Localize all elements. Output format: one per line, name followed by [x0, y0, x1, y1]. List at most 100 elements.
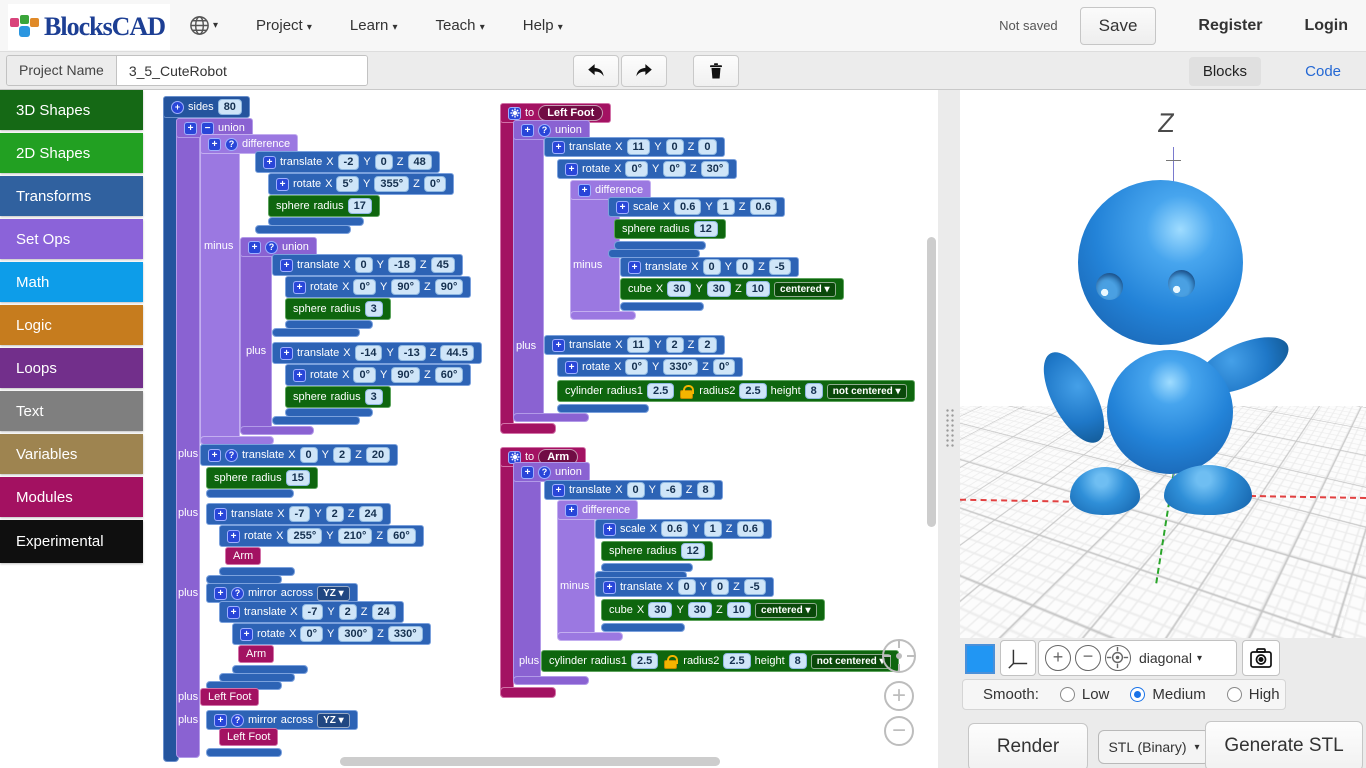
rotate-block[interactable]: + rotate X5° Y355° Z0° [268, 173, 454, 195]
difference-block[interactable]: + difference [557, 500, 638, 520]
translate-block[interactable]: + translate X-7 Y2 Z24 [219, 601, 404, 623]
render-button[interactable]: Render [968, 723, 1088, 768]
value-field[interactable]: 2 [698, 337, 716, 353]
value-field[interactable]: 8 [789, 653, 807, 669]
help-icon[interactable]: ? [231, 587, 244, 600]
register-link[interactable]: Register [1198, 17, 1262, 35]
value-field[interactable]: 10 [746, 281, 770, 297]
plus-icon[interactable]: + [565, 361, 578, 374]
zoom-out-button[interactable]: − [884, 716, 914, 746]
plus-icon[interactable]: + [276, 178, 289, 191]
rotate-block[interactable]: + rotate X0° Y90° Z60° [285, 364, 471, 386]
value-field[interactable]: 0.6 [661, 521, 688, 537]
translate-block[interactable]: + translate X0 Y-6 Z8 [544, 480, 723, 500]
plus-icon[interactable]: + [184, 122, 197, 135]
help-icon[interactable]: ? [225, 138, 238, 151]
render-viewport[interactable]: Z + − diagonal [960, 90, 1366, 768]
rotate-block[interactable]: + rotate X255° Y210° Z60° [219, 525, 424, 547]
zoom-out-view-button[interactable]: − [1075, 645, 1101, 671]
value-field[interactable]: 0 [666, 139, 684, 155]
value-field[interactable]: 30 [648, 602, 672, 618]
redo-button[interactable] [621, 55, 667, 87]
union-block[interactable]: + ? union [513, 462, 590, 482]
horizontal-scrollbar[interactable] [340, 757, 720, 766]
cube-block[interactable]: cube X30 Y30 Z10 centered ▾ [601, 599, 825, 621]
translate-block[interactable]: + translate X0 Y0 Z-5 [620, 257, 799, 277]
minus-icon[interactable]: − [201, 122, 214, 135]
menu-project[interactable]: Project ▾ [256, 17, 312, 34]
cylinder-block[interactable]: cylinder radius12.5 radius22.5 height8 n… [557, 380, 915, 402]
value-field[interactable]: 11 [627, 337, 651, 353]
plus-icon[interactable]: + [240, 628, 253, 641]
plus-icon[interactable]: + [214, 587, 227, 600]
color-swatch[interactable] [965, 644, 995, 674]
value-field[interactable]: 0 [355, 257, 373, 273]
value-field[interactable]: 2.5 [739, 383, 766, 399]
value-field[interactable]: 3 [365, 389, 383, 405]
value-field[interactable]: -18 [388, 257, 416, 273]
palette-logic[interactable]: Logic [0, 305, 143, 345]
palette-experimental[interactable]: Experimental [0, 520, 143, 563]
value-field[interactable]: 45 [431, 257, 455, 273]
plus-icon[interactable]: + [521, 124, 534, 137]
screenshot-button[interactable] [1242, 640, 1280, 676]
plus-icon[interactable]: + [280, 347, 293, 360]
rotate-block[interactable]: + rotate X0° Y300° Z330° [232, 623, 431, 645]
lock-icon[interactable] [664, 660, 677, 669]
plane-dropdown[interactable]: YZ ▾ [317, 713, 350, 728]
value-field[interactable]: 0.6 [674, 199, 701, 215]
export-format-select[interactable]: STL (Binary) ▾ [1098, 730, 1210, 764]
value-field[interactable]: -6 [660, 482, 682, 498]
value-field[interactable]: 2 [326, 506, 344, 522]
plus-icon[interactable]: + [171, 101, 184, 114]
lock-icon[interactable] [680, 390, 693, 399]
translate-block[interactable]: + ? translate X0 Y2 Z20 [200, 444, 398, 466]
palette-2d-shapes[interactable]: 2D Shapes [0, 133, 143, 173]
panel-splitter[interactable] [938, 90, 960, 768]
value-field[interactable]: 90° [391, 367, 420, 383]
value-field[interactable]: 12 [681, 543, 705, 559]
value-field[interactable]: 20 [366, 447, 390, 463]
value-field[interactable]: 60° [435, 367, 464, 383]
value-field[interactable]: 12 [694, 221, 718, 237]
smooth-radio-high[interactable] [1227, 687, 1242, 702]
value-field[interactable]: 2.5 [631, 653, 658, 669]
value-field[interactable]: -5 [769, 259, 791, 275]
value-field[interactable]: 355° [374, 176, 409, 192]
value-field[interactable]: 60° [387, 528, 416, 544]
value-field[interactable]: 1 [717, 199, 735, 215]
plus-icon[interactable]: + [565, 504, 578, 517]
plus-icon[interactable]: + [521, 466, 534, 479]
value-field[interactable]: 48 [408, 154, 432, 170]
smooth-radio-medium[interactable] [1130, 687, 1145, 702]
plus-icon[interactable]: + [628, 261, 641, 274]
value-field[interactable]: 8 [805, 383, 823, 399]
smooth-radio-low[interactable] [1060, 687, 1075, 702]
value-field[interactable]: 24 [359, 506, 383, 522]
scale-block[interactable]: + scale X0.6 Y1 Z0.6 [608, 197, 785, 217]
plane-dropdown[interactable]: YZ ▾ [317, 586, 350, 601]
value-field[interactable]: -2 [338, 154, 360, 170]
sides-block[interactable]: + sides 80 [163, 96, 250, 118]
centered-dropdown[interactable]: centered ▾ [755, 603, 816, 618]
zoom-reset-button[interactable] [882, 639, 916, 673]
value-field[interactable]: 255° [287, 528, 322, 544]
plus-icon[interactable]: + [616, 201, 629, 214]
plus-icon[interactable]: + [280, 259, 293, 272]
palette-transforms[interactable]: Transforms [0, 176, 143, 216]
value-field[interactable]: -5 [744, 579, 766, 595]
value-field[interactable]: 330° [388, 626, 423, 642]
help-icon[interactable]: ? [538, 124, 551, 137]
value-field[interactable]: 90° [391, 279, 420, 295]
module-call-arm[interactable]: Arm [225, 547, 261, 565]
axes-toggle-button[interactable] [1000, 640, 1036, 676]
plus-icon[interactable]: + [578, 184, 591, 197]
value-field[interactable]: 0.6 [737, 521, 764, 537]
value-field[interactable]: 0° [625, 359, 648, 375]
value-field[interactable]: -7 [289, 506, 311, 522]
scale-block[interactable]: + scale X0.6 Y1 Z0.6 [595, 519, 772, 539]
translate-block[interactable]: + translate X-14 Y-13 Z44.5 [272, 342, 482, 364]
sphere-block[interactable]: sphere radius 12 [614, 219, 726, 239]
value-field[interactable]: 300° [338, 626, 373, 642]
plus-icon[interactable]: + [227, 606, 240, 619]
